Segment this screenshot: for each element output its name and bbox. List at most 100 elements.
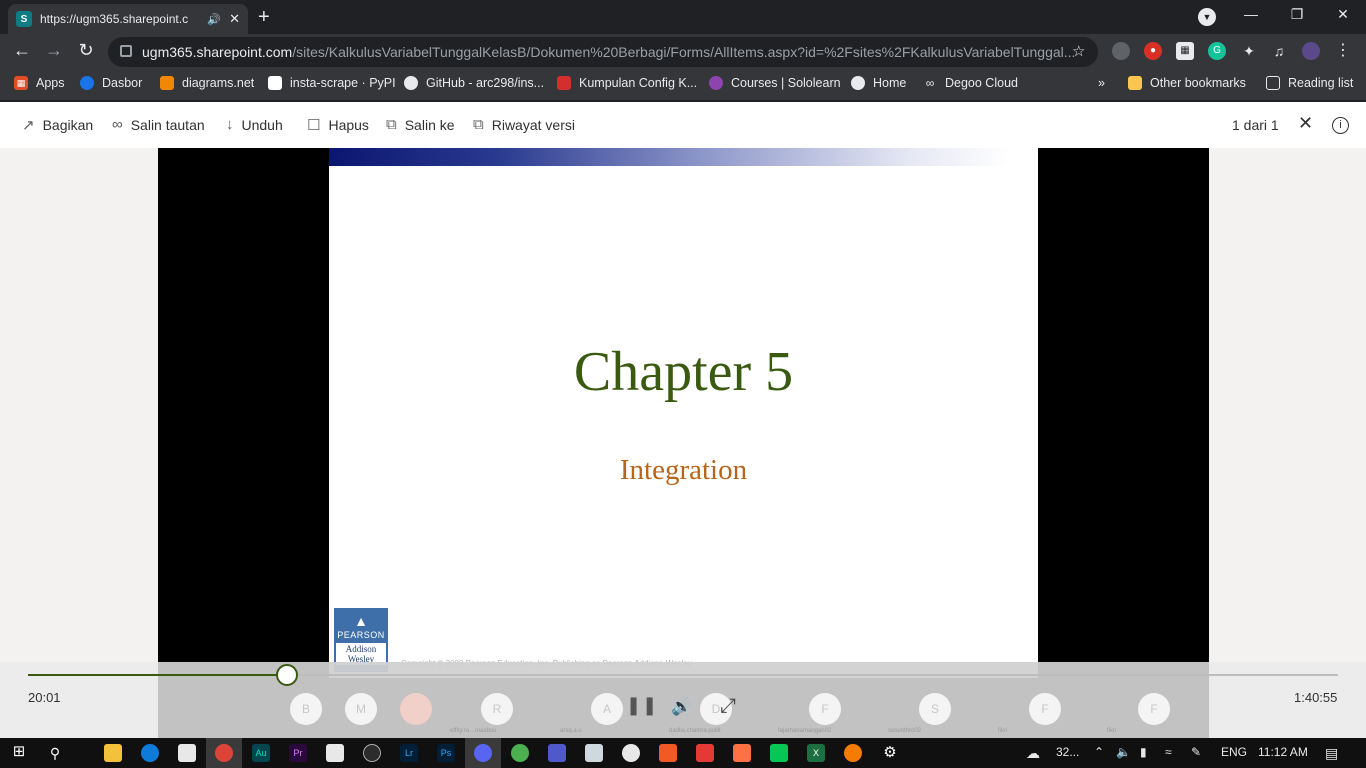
restore-button[interactable]: ❐ — [1282, 6, 1312, 23]
address-bar[interactable]: ugm365.sharepoint.com/sites/KalkulusVari… — [108, 37, 1098, 67]
version-history-button[interactable]: ⧉ Riwayat versi — [473, 116, 575, 133]
slide-title: Chapter 5 — [573, 341, 794, 403]
minimize-button[interactable]: — — [1236, 6, 1266, 22]
close-window-button[interactable]: ✕ — [1328, 6, 1358, 23]
weather-cloud-icon[interactable]: ☁ — [1026, 745, 1040, 762]
grammarly-icon[interactable]: G — [1208, 42, 1226, 60]
language-indicator[interactable]: ENG — [1221, 745, 1247, 759]
audio-playing-icon[interactable]: 🔊 — [207, 13, 221, 26]
premiere-icon[interactable]: Pr — [289, 744, 307, 762]
pen-icon[interactable]: ✎ — [1191, 745, 1201, 759]
seek-bar-fill — [28, 674, 288, 676]
bookmark-github[interactable]: GitHub - arc298/ins... — [404, 76, 544, 90]
video-frame[interactable]: Chapter 5 Integration ▲ PEARSON Addison … — [158, 148, 1209, 738]
bookmark-degoo[interactable]: ∞ Degoo Cloud — [923, 76, 1018, 90]
image-viewer-icon[interactable] — [585, 744, 603, 762]
fullscreen-icon[interactable]: ⤢ — [720, 695, 736, 718]
notepad-icon[interactable] — [326, 744, 344, 762]
file-explorer-icon[interactable] — [104, 744, 122, 762]
url-host: ugm365.sharepoint.com — [142, 44, 293, 60]
wifi-icon[interactable]: ≈ — [1165, 745, 1172, 759]
copy-to-button[interactable]: ⧉ Salin ke — [386, 116, 455, 133]
audition-icon[interactable]: Au — [252, 744, 270, 762]
clock[interactable]: 11:12 AM — [1258, 745, 1308, 759]
reading-list[interactable]: Reading list — [1266, 76, 1353, 90]
other-bookmarks[interactable]: Other bookmarks — [1128, 76, 1246, 90]
sololearn-icon — [709, 76, 723, 90]
edge-icon[interactable] — [141, 744, 159, 762]
chrome-menu-icon[interactable]: ⋮ — [1334, 42, 1352, 60]
chrome-icon[interactable] — [215, 744, 233, 762]
photoshop-icon[interactable]: Ps — [437, 744, 455, 762]
obs-icon[interactable] — [622, 744, 640, 762]
back-arrow-icon[interactable]: ← — [10, 40, 34, 61]
battery-icon[interactable]: ▮ — [1140, 745, 1147, 759]
qr-code-icon[interactable]: ▦ — [1176, 42, 1194, 60]
close-viewer-icon[interactable]: ✕ — [1298, 113, 1313, 134]
teams-icon[interactable] — [548, 744, 566, 762]
volume-icon[interactable]: 🔊 — [671, 697, 692, 717]
seek-bar[interactable] — [28, 664, 1338, 686]
close-tab-icon[interactable]: ✕ — [229, 11, 240, 27]
participant-label: fajarhanamangan02 — [778, 728, 832, 734]
bookmarks-overflow-button[interactable]: » — [1098, 76, 1105, 90]
bookmark-sololearn[interactable]: Courses | Sololearn — [709, 76, 841, 90]
settings-gear-icon[interactable]: ⚙ — [881, 744, 899, 762]
bookmark-diagrams[interactable]: diagrams.net — [160, 76, 254, 90]
discord-icon[interactable] — [474, 744, 492, 762]
delete-button[interactable]: ☐ Hapus — [307, 116, 369, 134]
participant-photo-avatar — [400, 693, 432, 725]
notification-icon[interactable]: ▤ — [1325, 745, 1338, 762]
tab-search-icon[interactable]: ▼ — [1198, 8, 1216, 26]
degoo-infinity-icon: ∞ — [925, 76, 935, 90]
bookmark-config[interactable]: Kumpulan Config K... — [557, 76, 697, 90]
app-grid-icon[interactable] — [696, 744, 714, 762]
copy-link-button[interactable]: ∞ Salin tautan — [112, 116, 205, 133]
share-icon: ↗ — [22, 117, 35, 134]
pause-icon[interactable]: ❚❚ — [626, 695, 658, 716]
slide-gradient-bar — [329, 148, 1009, 166]
browser-toolbar: ← → ↻ ugm365.sharepoint.com/sites/Kalkul… — [0, 34, 1366, 70]
tab-strip: S https://ugm365.sharepoint.c 🔊 ✕ + ▼ — … — [0, 0, 1366, 34]
new-tab-button[interactable]: + — [258, 6, 270, 29]
windows-taskbar: ⊞ ⚲ Au Pr Lr Ps X ⚙ ☁ 32... ⌃ 🔈 ▮ ≈ ✎ EN… — [0, 738, 1366, 768]
app-circle-icon[interactable] — [363, 744, 381, 762]
game-icon[interactable] — [733, 744, 751, 762]
excel-icon[interactable]: X — [807, 744, 825, 762]
page-count: 1 dari 1 — [1232, 117, 1279, 133]
search-icon[interactable]: ⚲ — [46, 744, 64, 762]
bookmark-dasbor[interactable]: Dasbor — [80, 76, 142, 90]
utorrent-icon[interactable] — [511, 744, 529, 762]
extensions-puzzle-icon[interactable]: ✦ — [1240, 42, 1258, 60]
bookmark-apps[interactable]: ▦ Apps — [14, 76, 65, 90]
share-button[interactable]: ↗ Bagikan — [22, 116, 93, 134]
copy-icon: ⧉ — [386, 116, 397, 133]
reload-icon[interactable]: ↻ — [74, 40, 98, 61]
version-history-icon: ⧉ — [473, 116, 484, 133]
bookmark-home[interactable]: Home — [851, 76, 906, 90]
extension-record-icon[interactable]: ● — [1144, 42, 1162, 60]
media-control-icon[interactable]: ♫ — [1270, 42, 1288, 60]
profile-avatar-icon[interactable] — [1302, 42, 1320, 60]
windows-start-icon[interactable]: ⊞ — [10, 744, 28, 762]
tray-overflow-icon[interactable]: ⌃ — [1094, 745, 1104, 759]
download-button[interactable]: ↓ Unduh — [226, 116, 283, 133]
weather-temp[interactable]: 32... — [1056, 745, 1079, 759]
forward-arrow-icon[interactable]: → — [42, 40, 66, 61]
app-orange-icon[interactable] — [844, 744, 862, 762]
bookmark-insta-scrape[interactable]: insta-scrape · PyPI — [268, 76, 396, 90]
store-icon[interactable] — [178, 744, 196, 762]
lightroom-icon[interactable]: Lr — [400, 744, 418, 762]
line-icon[interactable] — [770, 744, 788, 762]
bookmark-star-icon[interactable]: ☆ — [1072, 42, 1085, 60]
trash-icon: ☐ — [307, 117, 321, 134]
download-icon: ↓ — [226, 116, 234, 133]
lock-icon[interactable] — [120, 45, 132, 57]
extension-circle-icon[interactable] — [1112, 42, 1130, 60]
mute-icon[interactable]: 🔈 — [1116, 745, 1131, 759]
info-icon[interactable]: i — [1332, 117, 1349, 134]
acrobat-icon[interactable] — [659, 744, 677, 762]
browser-tab[interactable]: S https://ugm365.sharepoint.c 🔊 ✕ — [8, 4, 248, 34]
participant-label: sosunthro02 — [888, 728, 922, 734]
pypi-icon — [268, 76, 282, 90]
